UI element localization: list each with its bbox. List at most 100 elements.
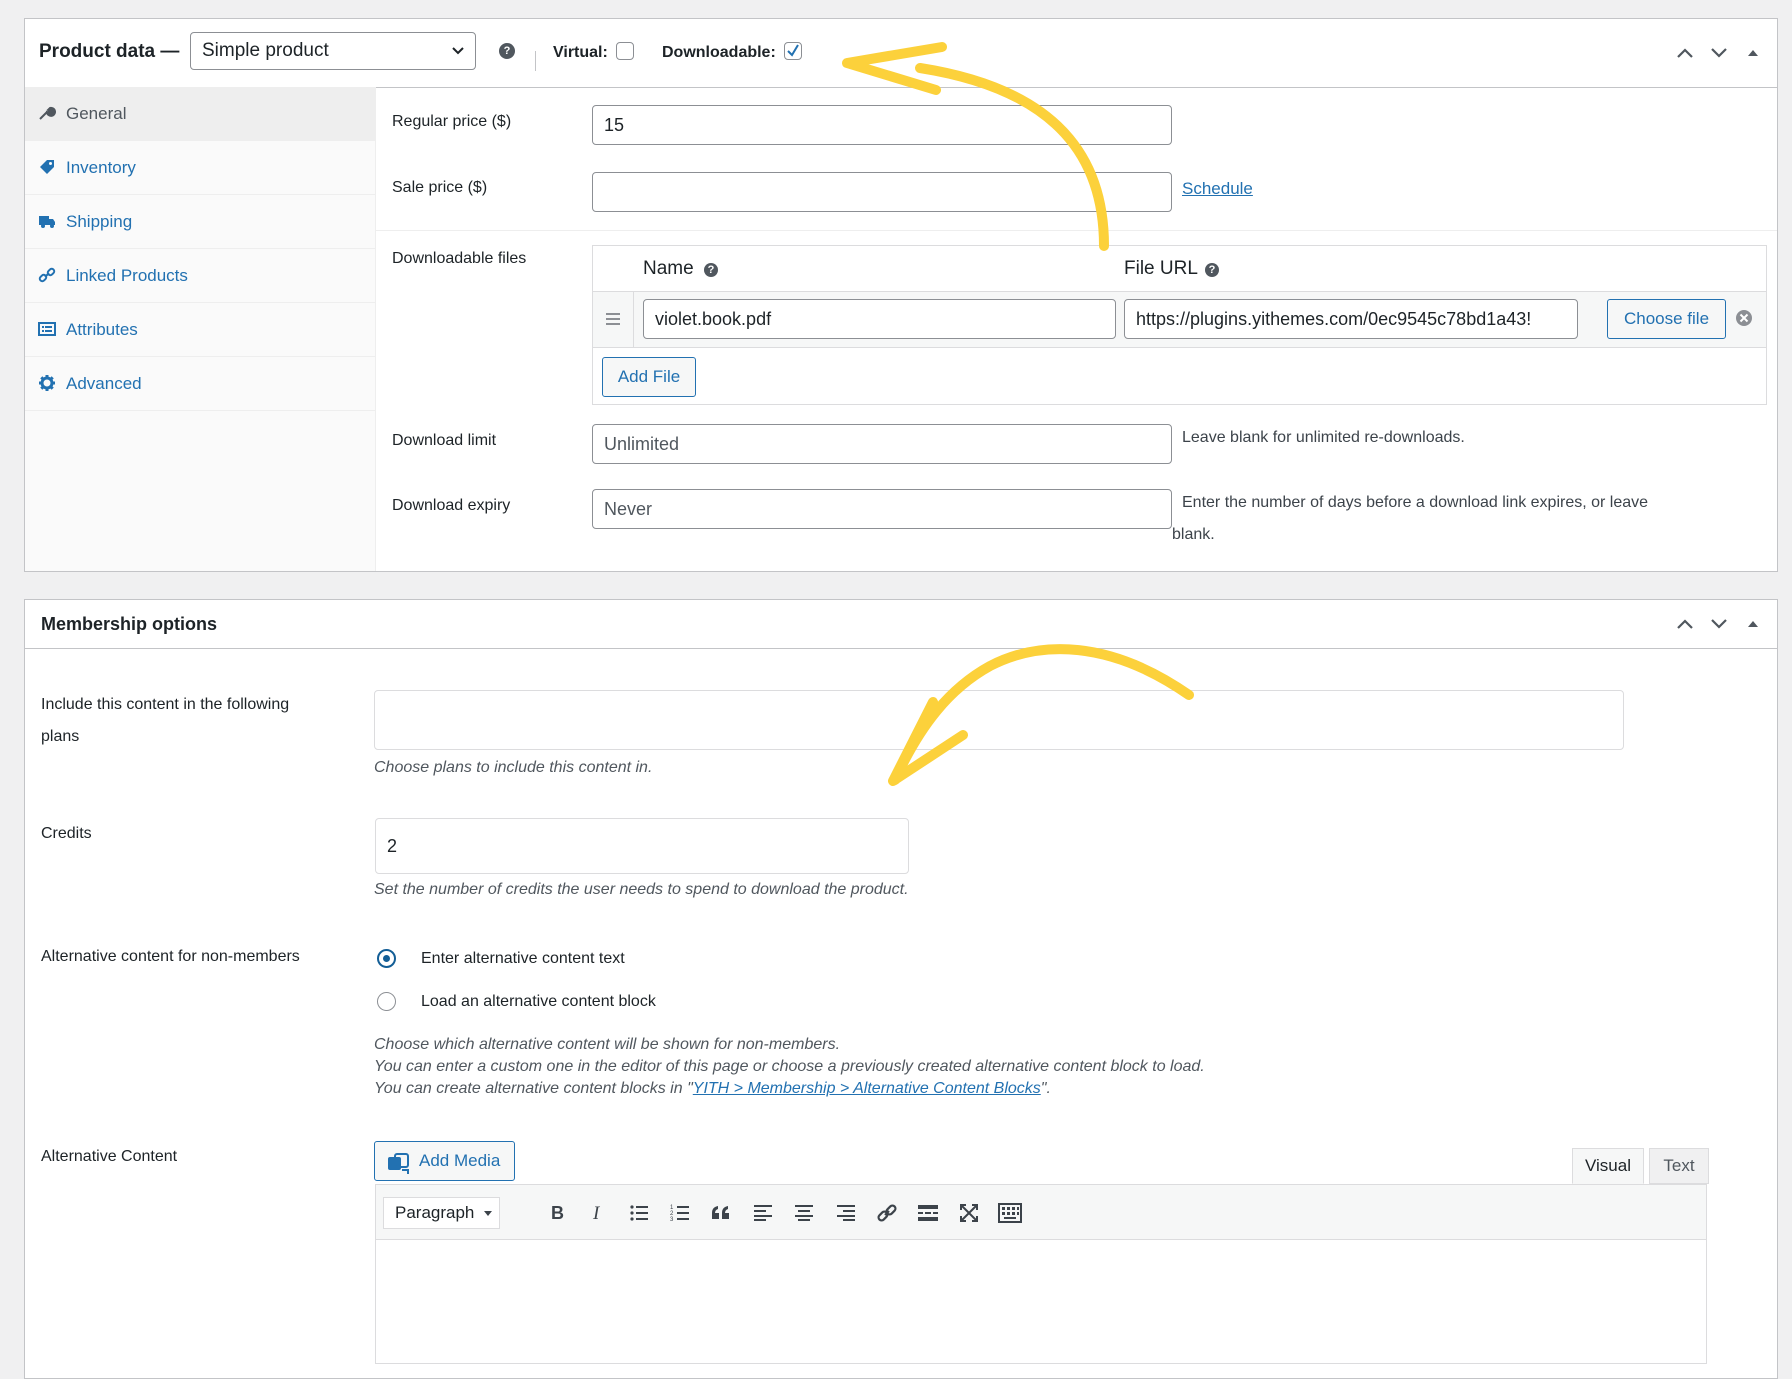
alt-description-line2: You can enter a custom one in the editor… xyxy=(374,1058,1205,1075)
downloadable-files-table: Name ? File URL ? violet.book.pdf https:… xyxy=(592,245,1767,405)
tab-linked-products[interactable]: Linked Products xyxy=(25,249,375,303)
plans-label-line2: plans xyxy=(41,728,80,745)
sale-price-label: Sale price ($) xyxy=(392,179,488,196)
alt-description-prefix: You can create alternative content block… xyxy=(374,1080,693,1097)
tab-attributes[interactable]: Attributes xyxy=(25,303,375,357)
numbered-list-icon[interactable]: 123 xyxy=(665,1198,695,1228)
virtual-label: Virtual: xyxy=(553,44,608,61)
svg-text:I: I xyxy=(592,1203,601,1223)
regular-price-value: 15 xyxy=(604,115,625,135)
alt-description-suffix: ". xyxy=(1040,1080,1051,1097)
download-limit-label: Download limit xyxy=(392,432,497,449)
format-select[interactable]: Paragraph xyxy=(383,1197,500,1229)
radio-load-block[interactable] xyxy=(377,992,396,1011)
link-icon xyxy=(38,266,56,284)
remove-file-icon[interactable] xyxy=(1735,309,1753,332)
tab-shipping-label: Shipping xyxy=(66,212,133,231)
svg-text:3: 3 xyxy=(670,1217,674,1222)
virtual-checkbox[interactable] xyxy=(616,42,634,60)
tab-inventory-label: Inventory xyxy=(66,158,136,177)
downloadable-checkbox[interactable] xyxy=(784,42,802,60)
credits-input[interactable]: 2 xyxy=(375,818,909,874)
move-up-icon[interactable] xyxy=(1673,612,1697,636)
truck-icon xyxy=(38,212,56,230)
file-name-input[interactable]: violet.book.pdf xyxy=(643,299,1116,339)
add-media-button[interactable]: Add Media xyxy=(374,1141,515,1181)
align-left-icon[interactable] xyxy=(748,1198,778,1228)
wrench-icon xyxy=(38,104,56,122)
move-down-icon[interactable] xyxy=(1707,41,1731,65)
collapse-toggle-icon[interactable] xyxy=(1741,41,1765,65)
download-expiry-label: Download expiry xyxy=(392,497,511,514)
radio-load-block-label: Load an alternative content block xyxy=(421,993,656,1010)
download-limit-description: Leave blank for unlimited re-downloads. xyxy=(1182,429,1465,446)
move-up-icon[interactable] xyxy=(1673,41,1697,65)
insert-link-icon[interactable] xyxy=(872,1198,902,1228)
collapse-toggle-icon[interactable] xyxy=(1741,612,1765,636)
tab-text[interactable]: Text xyxy=(1649,1148,1709,1184)
product-data-header: Product data — Simple product ? Virtual:… xyxy=(25,19,1777,88)
file-url-value: https://plugins.yithemes.com/0ec9545c78b… xyxy=(1136,309,1532,329)
downloadable-label: Downloadable: xyxy=(662,44,776,61)
add-media-label: Add Media xyxy=(419,1151,501,1170)
alternative-content-editor[interactable] xyxy=(375,1240,1707,1364)
move-down-icon[interactable] xyxy=(1707,612,1731,636)
help-icon[interactable]: ? xyxy=(1205,263,1219,277)
alternative-content-blocks-link[interactable]: YITH > Membership > Alternative Content … xyxy=(693,1080,1041,1097)
tab-visual[interactable]: Visual xyxy=(1572,1148,1644,1184)
tab-inventory[interactable]: Inventory xyxy=(25,141,375,195)
sale-price-input[interactable] xyxy=(592,172,1172,212)
product-type-select[interactable]: Simple product xyxy=(190,32,476,70)
credits-value: 2 xyxy=(387,836,398,856)
list-icon xyxy=(38,320,56,338)
download-limit-placeholder: Unlimited xyxy=(604,434,680,454)
radio-enter-text[interactable] xyxy=(377,949,396,968)
alternative-content-editor-label: Alternative Content xyxy=(41,1148,178,1165)
chevron-down-icon xyxy=(451,33,465,82)
divider xyxy=(535,51,536,71)
file-url-input[interactable]: https://plugins.yithemes.com/0ec9545c78b… xyxy=(1124,299,1578,339)
schedule-link[interactable]: Schedule xyxy=(1182,179,1253,199)
add-file-button[interactable]: Add File xyxy=(602,357,696,397)
membership-options-title: Membership options xyxy=(41,614,218,634)
plans-description: Choose plans to include this content in. xyxy=(374,759,653,776)
read-more-icon[interactable] xyxy=(913,1198,943,1228)
product-type-value: Simple product xyxy=(202,40,329,61)
choose-file-button[interactable]: Choose file xyxy=(1607,299,1726,339)
tab-shipping[interactable]: Shipping xyxy=(25,195,375,249)
blockquote-icon[interactable] xyxy=(706,1198,736,1228)
tab-attributes-label: Attributes xyxy=(66,320,138,339)
tab-advanced[interactable]: Advanced xyxy=(25,357,375,411)
panel-controls xyxy=(1673,612,1765,636)
bold-icon[interactable]: B xyxy=(542,1198,572,1228)
plans-select-input[interactable] xyxy=(374,690,1624,750)
bullet-list-icon[interactable] xyxy=(624,1198,654,1228)
tab-linked-products-label: Linked Products xyxy=(66,266,188,285)
tag-icon xyxy=(38,158,56,176)
checkmark-icon xyxy=(787,44,799,57)
download-expiry-description-line1: Enter the number of days before a downlo… xyxy=(1182,494,1649,511)
download-expiry-placeholder: Never xyxy=(604,499,653,519)
align-center-icon[interactable] xyxy=(789,1198,819,1228)
file-name-value: violet.book.pdf xyxy=(655,309,772,329)
tab-general[interactable]: General xyxy=(25,87,375,141)
download-expiry-input[interactable]: Never xyxy=(592,489,1172,529)
keyboard-icon[interactable] xyxy=(995,1198,1025,1228)
help-icon[interactable]: ? xyxy=(704,263,718,277)
product-data-title: Product data — xyxy=(39,41,180,62)
italic-icon[interactable]: I xyxy=(583,1198,613,1228)
regular-price-input[interactable]: 15 xyxy=(592,105,1172,145)
align-right-icon[interactable] xyxy=(831,1198,861,1228)
file-row: violet.book.pdf https://plugins.yithemes… xyxy=(593,291,1766,348)
drag-handle-icon[interactable] xyxy=(605,312,621,330)
radio-enter-text-label: Enter alternative content text xyxy=(421,950,625,967)
fullscreen-icon[interactable] xyxy=(954,1198,984,1228)
divider xyxy=(375,230,1777,231)
caret-down-icon xyxy=(483,1198,493,1238)
help-icon[interactable]: ? xyxy=(499,43,515,59)
regular-price-label: Regular price ($) xyxy=(392,113,512,130)
alt-description-line3: You can create alternative content block… xyxy=(374,1078,1051,1100)
alt-description-line1: Choose which alternative content will be… xyxy=(374,1036,841,1053)
download-limit-input[interactable]: Unlimited xyxy=(592,424,1172,464)
editor-toolbar: Paragraph B I 123 xyxy=(375,1184,1707,1240)
